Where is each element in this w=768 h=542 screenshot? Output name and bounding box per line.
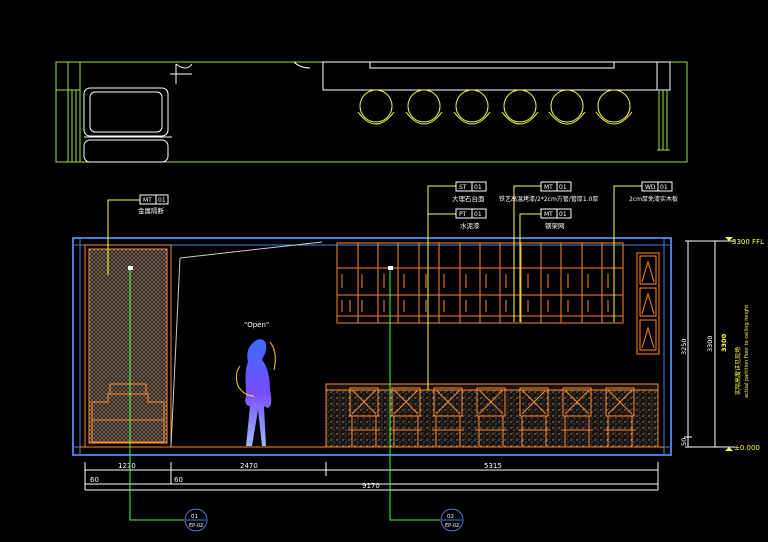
svg-text:钢架网: 钢架网 [545,222,565,230]
svg-text:2cm厚免漆实木板: 2cm厚免漆实木板 [629,195,678,203]
svg-text:01: 01 [559,184,567,191]
svg-text:02: 02 [447,514,454,520]
svg-text:01: 01 [191,514,198,520]
svg-text:水泥漆: 水泥漆 [460,221,480,230]
plan-stools [357,89,633,125]
svg-text:01: 01 [660,184,668,191]
tag-iron-frame: MT 01 铁艺高温烤漆/2*2cm方管/管厚1.0厚 [499,181,598,322]
svg-text:01: 01 [474,184,482,191]
wine-rack [636,252,660,355]
cad-drawing: "Open" MT 01 金属隔断 ST 01 大理石台面 PT 01 水泥漆 … [55,61,764,532]
person-figure: "Open" [235,321,276,446]
vertical-dimensions: 3300 FFL ±0.000 3250 50 3300 3300 实际高度详见… [680,237,764,452]
svg-text:60: 60 [174,476,183,484]
svg-text:3300: 3300 [720,333,728,352]
svg-text:MT: MT [143,197,152,204]
svg-text:金属隔断: 金属隔断 [138,206,165,215]
level-top: 3300 FFL [732,238,764,246]
svg-text:50: 50 [680,438,688,446]
svg-text:60: 60 [90,476,99,484]
svg-text:5315: 5315 [484,462,502,470]
svg-text:PT: PT [459,211,467,218]
svg-text:ST: ST [459,184,467,191]
svg-text:01: 01 [559,211,567,218]
level-bottom: ±0.000 [734,444,760,452]
horizontal-dimensions: 1270 2470 5315 60 60 9170 [84,462,659,491]
elevation-view: "Open" [72,237,672,456]
svg-text:铁艺高温烤漆/2*2cm方管/管厚1.0厚: 铁艺高温烤漆/2*2cm方管/管厚1.0厚 [499,195,598,203]
section-marker-01[interactable]: 01 EP-02 [184,508,208,532]
dim-total: 9170 [362,482,380,490]
ceiling-note-cn: 实际高度详见现场 [734,347,742,395]
metal-partition [84,244,172,448]
svg-text:EP-02: EP-02 [189,523,203,529]
ceiling-note-en: actual partition floor to ceiling height [744,305,750,398]
svg-text:EP-02: EP-02 [445,523,459,529]
svg-text:MT: MT [544,211,553,218]
svg-text:3250: 3250 [680,338,688,355]
svg-text:01: 01 [158,197,166,204]
svg-text:1270: 1270 [118,462,136,470]
plan-view [55,61,688,163]
svg-text:大理石台面: 大理石台面 [452,194,485,203]
svg-text:MT: MT [544,184,553,191]
svg-text:01: 01 [474,211,482,218]
tag-cement-paint: PT 01 水泥漆 [428,208,487,230]
svg-text:3300: 3300 [706,335,714,352]
material-tags: MT 01 金属隔断 ST 01 大理石台面 PT 01 水泥漆 MT 01 铁… [107,181,678,390]
section-marker-02[interactable]: 02 EP-02 [440,508,464,532]
svg-text:WD: WD [645,184,656,191]
figure-caption: "Open" [244,321,269,329]
svg-text:2470: 2470 [240,462,258,470]
bar-shelving [336,242,624,324]
